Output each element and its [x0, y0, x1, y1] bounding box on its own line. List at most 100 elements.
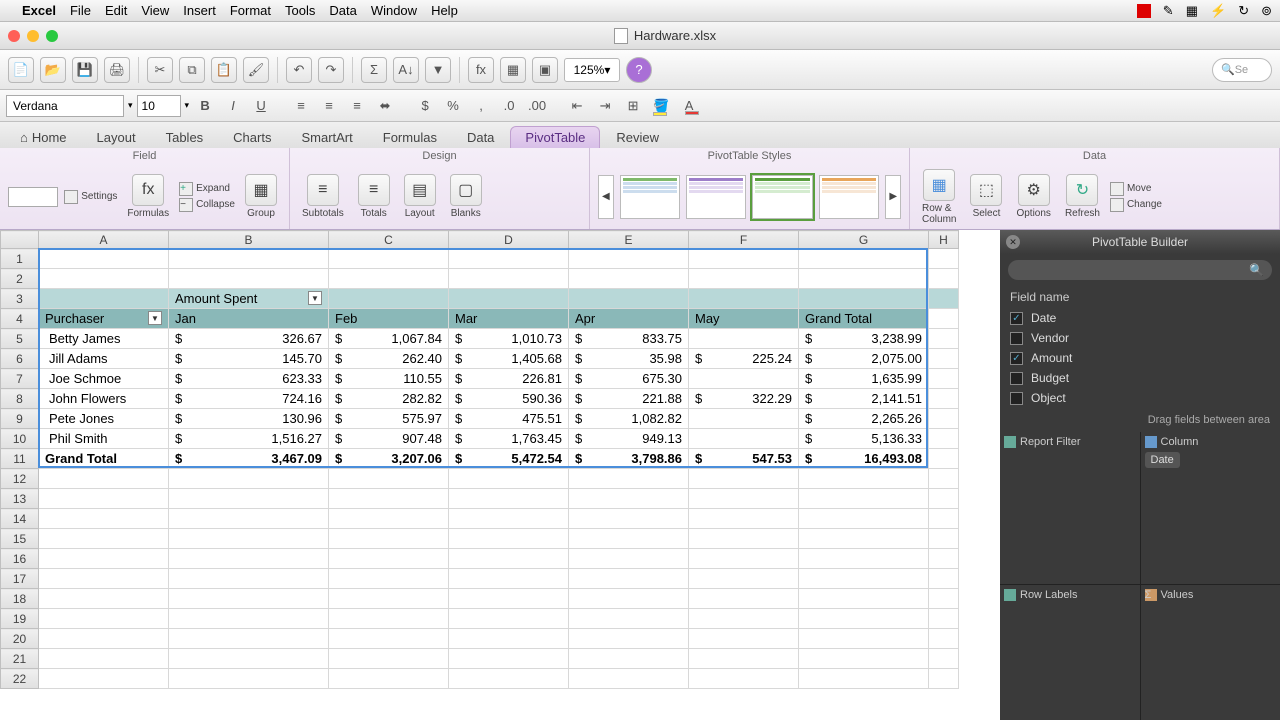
field-checkbox-budget[interactable] — [1010, 372, 1023, 385]
col-header-B[interactable]: B — [169, 231, 329, 249]
row-header-22[interactable]: 22 — [1, 669, 39, 689]
style-thumb-2[interactable] — [686, 175, 746, 219]
style-thumb-3[interactable] — [752, 175, 812, 219]
column-filter-dropdown[interactable]: ▼ — [308, 291, 322, 305]
percent-button[interactable]: % — [441, 95, 465, 117]
print-button[interactable]: 🖨 — [104, 57, 130, 83]
zoom-selector[interactable]: 125% ▾ — [564, 58, 620, 82]
tab-review[interactable]: Review — [602, 127, 673, 148]
builder-search[interactable]: 🔍 — [1008, 260, 1272, 280]
window-zoom-button[interactable] — [46, 30, 58, 42]
menu-edit[interactable]: Edit — [105, 3, 127, 18]
col-header-D[interactable]: D — [449, 231, 569, 249]
field-amount[interactable]: Amount — [1000, 348, 1280, 368]
wifi-icon[interactable]: ⊚ — [1261, 3, 1272, 19]
search-input[interactable]: 🔍 Se — [1212, 58, 1272, 82]
underline-button[interactable]: U — [249, 95, 273, 117]
menu-view[interactable]: View — [141, 3, 169, 18]
row-header-13[interactable]: 13 — [1, 489, 39, 509]
builder-close-button[interactable]: ✕ — [1006, 235, 1020, 249]
time-machine-icon[interactable]: ↻ — [1238, 3, 1249, 19]
values-area[interactable]: ΣValues — [1141, 585, 1280, 720]
redo-button[interactable]: ↷ — [318, 57, 344, 83]
row-header-14[interactable]: 14 — [1, 509, 39, 529]
filter-button[interactable]: ▼ — [425, 57, 451, 83]
tab-home[interactable]: ⌂Home — [6, 127, 81, 148]
tab-charts[interactable]: Charts — [219, 127, 285, 148]
font-color-button[interactable]: A — [677, 95, 701, 117]
battery-icon[interactable]: ⚡ — [1210, 3, 1226, 19]
merge-button[interactable]: ⬌ — [373, 95, 397, 117]
tab-formulas[interactable]: Formulas — [369, 127, 451, 148]
col-header-E[interactable]: E — [569, 231, 689, 249]
field-name-box[interactable] — [8, 187, 58, 207]
tab-data[interactable]: Data — [453, 127, 508, 148]
formulas-button[interactable]: fxFormulas — [123, 172, 173, 221]
collapse-button[interactable]: −Collapse — [179, 198, 235, 212]
col-header-H[interactable]: H — [929, 231, 959, 249]
open-button[interactable]: 📂 — [40, 57, 66, 83]
tab-pivottable[interactable]: PivotTable — [510, 126, 600, 148]
row-header-2[interactable]: 2 — [1, 269, 39, 289]
borders-button[interactable]: ⊞ — [621, 95, 645, 117]
totals-button[interactable]: ≡Totals — [354, 172, 394, 221]
sort-button[interactable]: A↓ — [393, 57, 419, 83]
row-header-1[interactable]: 1 — [1, 249, 39, 269]
style-next-button[interactable]: ▶ — [885, 175, 901, 219]
col-header-C[interactable]: C — [329, 231, 449, 249]
align-right-button[interactable]: ≡ — [345, 95, 369, 117]
menu-insert[interactable]: Insert — [183, 3, 216, 18]
font-size-selector[interactable]: 10 — [137, 95, 181, 117]
col-header-F[interactable]: F — [689, 231, 799, 249]
cut-button[interactable]: ✂ — [147, 57, 173, 83]
window-minimize-button[interactable] — [27, 30, 39, 42]
decrease-decimal-button[interactable]: .00 — [525, 95, 549, 117]
menu-file[interactable]: File — [70, 3, 91, 18]
fill-color-button[interactable]: 🪣 — [649, 95, 673, 117]
move-button[interactable]: Move — [1110, 182, 1162, 196]
align-center-button[interactable]: ≡ — [317, 95, 341, 117]
fx-button[interactable]: fx — [468, 57, 494, 83]
recording-icon[interactable] — [1137, 4, 1151, 18]
row-header-9[interactable]: 9 — [1, 409, 39, 429]
autosum-button[interactable]: Σ — [361, 57, 387, 83]
refresh-button[interactable]: ↻Refresh — [1061, 172, 1104, 221]
blanks-button[interactable]: ▢Blanks — [446, 172, 486, 221]
row-header-19[interactable]: 19 — [1, 609, 39, 629]
change-source-button[interactable]: Change — [1110, 198, 1162, 212]
row-header-17[interactable]: 17 — [1, 569, 39, 589]
column-chip-date[interactable]: Date — [1145, 452, 1180, 468]
paste-button[interactable]: 📋 — [211, 57, 237, 83]
format-painter-button[interactable]: 🖌 — [243, 57, 269, 83]
column-labels-area[interactable]: Column Date — [1141, 432, 1280, 584]
report-filter-area[interactable]: Report Filter — [1000, 432, 1140, 584]
currency-button[interactable]: $ — [413, 95, 437, 117]
comma-button[interactable]: , — [469, 95, 493, 117]
undo-button[interactable]: ↶ — [286, 57, 312, 83]
row-filter-dropdown[interactable]: ▼ — [148, 311, 162, 325]
col-header-A[interactable]: A — [39, 231, 169, 249]
row-header-7[interactable]: 7 — [1, 369, 39, 389]
field-vendor[interactable]: Vendor — [1000, 328, 1280, 348]
settings-button[interactable]: Settings — [64, 190, 117, 204]
group-button[interactable]: ▦Group — [241, 172, 281, 221]
row-header-15[interactable]: 15 — [1, 529, 39, 549]
script-menu-icon[interactable]: ✎ — [1163, 3, 1174, 19]
row-header-12[interactable]: 12 — [1, 469, 39, 489]
row-column-button[interactable]: ▦Row & Column — [918, 167, 960, 227]
font-selector[interactable]: Verdana — [6, 95, 124, 117]
style-thumb-1[interactable] — [620, 175, 680, 219]
copy-button[interactable]: ⧉ — [179, 57, 205, 83]
save-button[interactable]: 💾 — [72, 57, 98, 83]
tab-smartart[interactable]: SmartArt — [287, 127, 366, 148]
row-header-5[interactable]: 5 — [1, 329, 39, 349]
row-header-21[interactable]: 21 — [1, 649, 39, 669]
menu-window[interactable]: Window — [371, 3, 417, 18]
row-header-18[interactable]: 18 — [1, 589, 39, 609]
menu-help[interactable]: Help — [431, 3, 458, 18]
row-header-20[interactable]: 20 — [1, 629, 39, 649]
mission-control-icon[interactable]: ▦ — [1186, 3, 1198, 19]
tab-layout[interactable]: Layout — [83, 127, 150, 148]
row-header-16[interactable]: 16 — [1, 549, 39, 569]
row-header-4[interactable]: 4 — [1, 309, 39, 329]
